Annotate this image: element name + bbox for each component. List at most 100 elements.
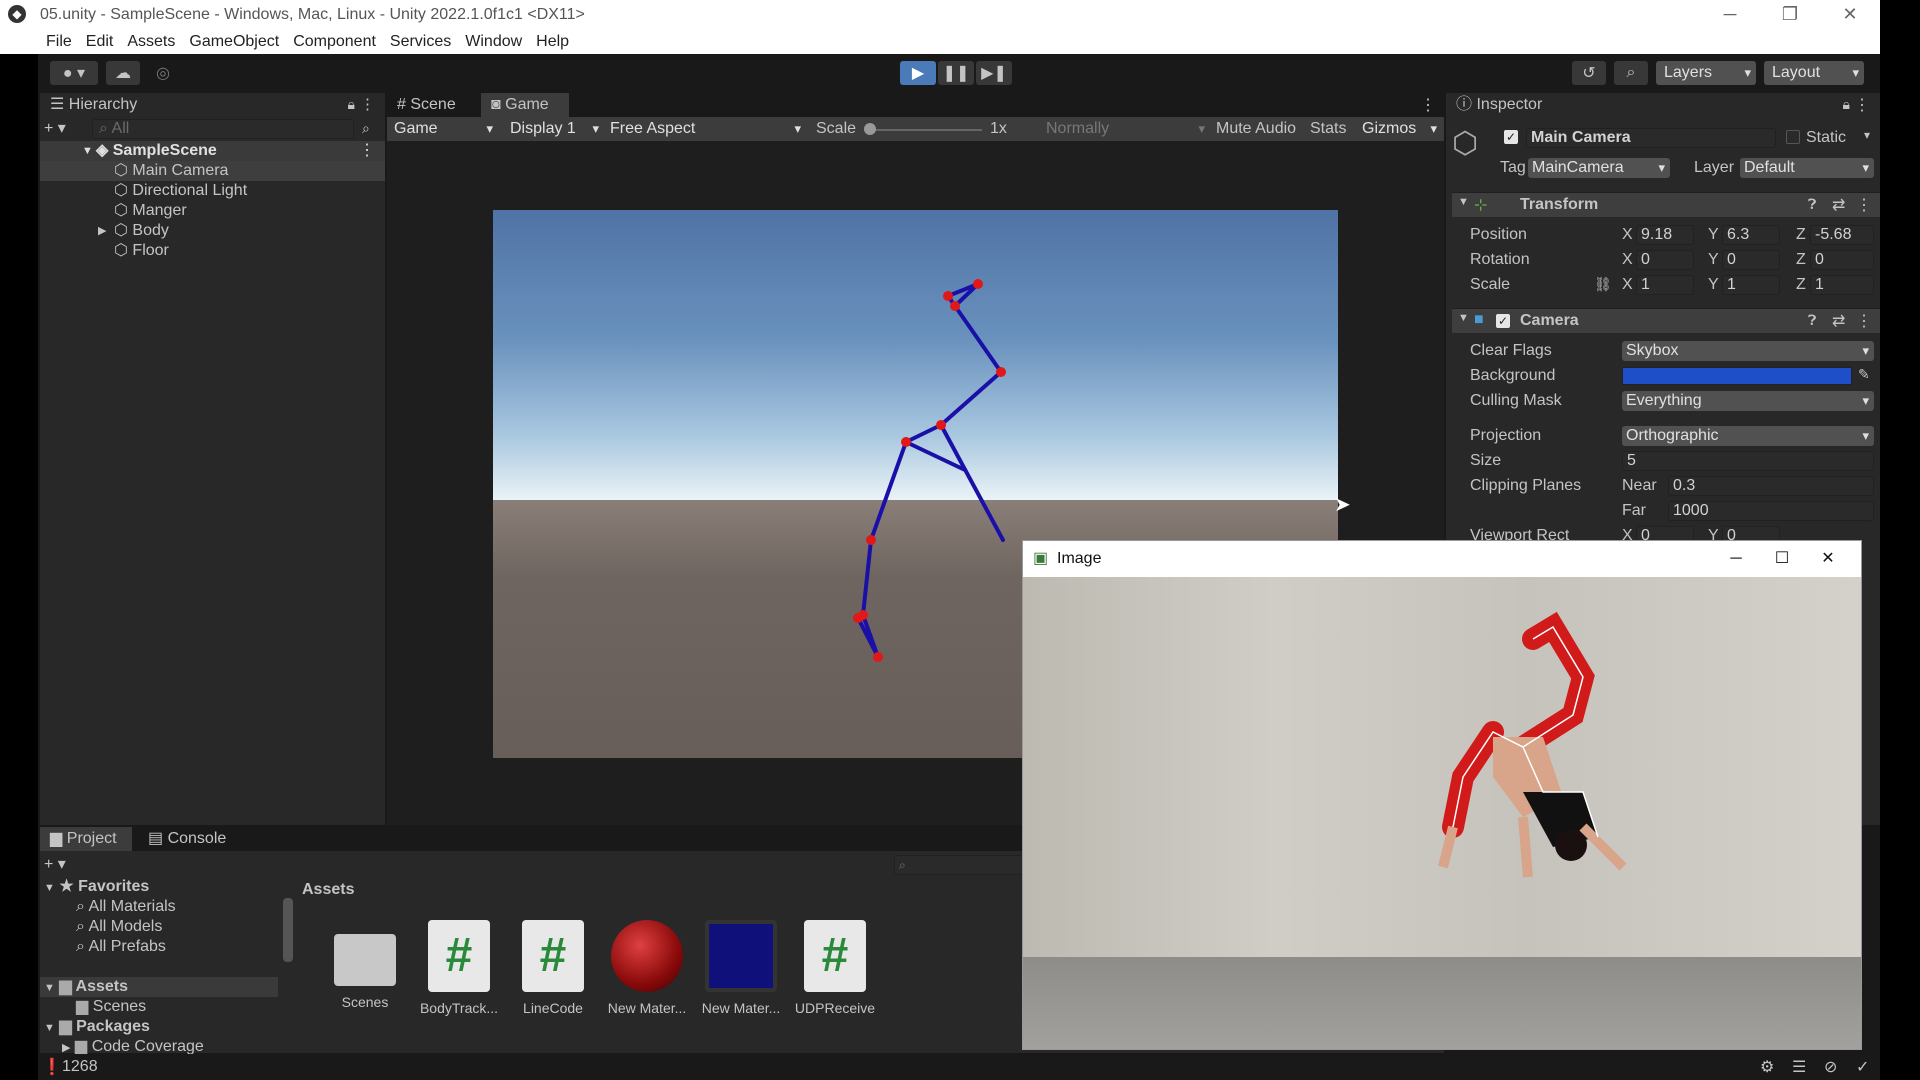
display-dropdown[interactable]: Display 1 [506, 119, 604, 139]
menu-services[interactable]: Services [388, 33, 453, 51]
asset-item[interactable]: New Mater... [602, 920, 692, 1016]
menu-gameobject[interactable]: GameObject [187, 33, 281, 51]
help-icon[interactable]: ❓︎ [1808, 312, 1816, 329]
menu-assets[interactable]: Assets [125, 33, 177, 51]
scale-y-field[interactable]: 1 [1722, 275, 1780, 295]
camera-header[interactable]: ▼ ■ ✓ Camera ❓︎ ⇄ ⋮ [1452, 308, 1880, 333]
component-more-icon[interactable]: ⋮ [1856, 311, 1872, 331]
active-checkbox[interactable]: ✓ [1504, 130, 1518, 144]
debug-icon[interactable]: ⚙ [1760, 1057, 1774, 1077]
image-close-button[interactable]: ✕ [1805, 541, 1851, 577]
culling-mask-dropdown[interactable]: Everything [1622, 391, 1874, 411]
near-field[interactable]: 0.3 [1668, 476, 1874, 496]
favorite-item[interactable]: ⌕ All Prefabs [76, 937, 166, 957]
hierarchy-item-body[interactable]: ▶ ⬡ Body [40, 221, 385, 241]
tree-scrollbar-thumb[interactable] [283, 898, 293, 962]
vsync-dropdown[interactable]: Normally [1042, 119, 1210, 139]
component-more-icon[interactable]: ⋮ [1856, 195, 1872, 215]
tab-hierarchy[interactable]: ☰ Hierarchy [40, 93, 385, 117]
static-checkbox[interactable] [1786, 130, 1800, 144]
cache-icon[interactable]: ☰ [1792, 1057, 1806, 1077]
tab-project[interactable]: ▆ Project [40, 827, 132, 851]
menu-component[interactable]: Component [291, 33, 378, 51]
preset-icon[interactable]: ⇄ [1832, 195, 1845, 215]
asset-item[interactable]: New Mater... [696, 920, 786, 1016]
layers-dropdown[interactable]: Layers [1656, 61, 1756, 85]
transform-header[interactable]: ▼ ⊹ Transform ❓︎ ⇄ ⋮ [1452, 192, 1880, 217]
assets-breadcrumb[interactable]: Assets [302, 880, 354, 900]
minimize-button[interactable]: ─ [1700, 0, 1760, 29]
more-icon[interactable]: ⋮ [360, 95, 375, 113]
favorite-item[interactable]: ⌕ All Models [76, 917, 162, 937]
menu-edit[interactable]: Edit [84, 33, 116, 51]
tag-dropdown[interactable]: MainCamera [1528, 158, 1670, 178]
scale-slider-track[interactable] [866, 129, 982, 131]
gizmos-dropdown[interactable]: Gizmos [1358, 119, 1442, 139]
asset-item[interactable]: # UDPReceive [790, 920, 880, 1016]
add-object-button[interactable]: + ▾ [44, 119, 80, 139]
camera-enabled-checkbox[interactable]: ✓ [1496, 314, 1510, 328]
tab-inspector[interactable]: ⓘ Inspector [1446, 93, 1880, 117]
step-button[interactable]: ▶❚ [976, 61, 1012, 85]
cloud-button[interactable]: ☁ [106, 61, 140, 85]
status-count[interactable]: 1268 [62, 1058, 98, 1076]
help-icon[interactable]: ❓︎ [1808, 196, 1816, 213]
static-dropdown-arrow-icon[interactable]: ▾ [1864, 128, 1870, 142]
search-button[interactable]: ⌕ [1614, 61, 1648, 85]
folder-item[interactable]: ▆ Scenes [76, 997, 146, 1017]
scene-search-icon[interactable]: ⌕ [362, 120, 370, 137]
hierarchy-item-main-camera[interactable]: ⬡ Main Camera [40, 161, 385, 181]
game-mode-dropdown[interactable]: Game [390, 119, 498, 139]
maximize-button[interactable]: ❐ [1760, 0, 1820, 29]
game-view-more-icon[interactable]: ⋮ [1420, 95, 1436, 115]
constrain-link-icon[interactable]: ⛓︎ [1594, 276, 1612, 293]
asset-item[interactable]: # LineCode [508, 920, 598, 1016]
tab-scene[interactable]: # Scene [387, 93, 479, 117]
project-search-input[interactable]: ⌕ [894, 855, 1024, 875]
lock-icon[interactable]: 🔒︎ [348, 96, 355, 113]
size-field[interactable]: 5 [1622, 451, 1874, 471]
mute-audio-toggle[interactable]: Mute Audio [1216, 119, 1296, 139]
stats-toggle[interactable]: Stats [1310, 119, 1346, 139]
more-icon[interactable]: ⋮ [1854, 95, 1870, 115]
preset-icon[interactable]: ⇄ [1832, 311, 1845, 331]
scene-row[interactable]: ▼ ◈ SampleScene ⋮ [40, 141, 385, 161]
play-button[interactable]: ▶ [900, 61, 936, 85]
aspect-dropdown[interactable]: Free Aspect [606, 119, 806, 139]
scale-slider-handle[interactable] [864, 123, 876, 135]
check-icon[interactable]: ✓ [1856, 1057, 1869, 1077]
tab-game[interactable]: ◙ Game [481, 93, 569, 117]
asset-item[interactable]: Scenes [320, 920, 410, 1010]
object-name-field[interactable]: Main Camera [1526, 128, 1776, 148]
layout-dropdown[interactable]: Layout [1764, 61, 1864, 85]
rotation-y-field[interactable]: 0 [1722, 250, 1780, 270]
scale-x-field[interactable]: 1 [1636, 275, 1694, 295]
collab-button[interactable]: ◎ [148, 61, 178, 85]
position-y-field[interactable]: 6.3 [1722, 225, 1780, 245]
assets-row[interactable]: ▼ ▆ Assets [40, 977, 278, 997]
clear-flags-dropdown[interactable]: Skybox [1622, 341, 1874, 361]
packages-row[interactable]: ▼ ▆ Packages [44, 1017, 150, 1037]
hierarchy-item-directional-light[interactable]: ⬡ Directional Light [40, 181, 385, 201]
position-x-field[interactable]: 9.18 [1636, 225, 1694, 245]
tab-console[interactable]: ▤ Console [138, 827, 236, 851]
image-minimize-button[interactable]: ─ [1713, 541, 1759, 577]
position-z-field[interactable]: -5.68 [1810, 225, 1874, 245]
pause-button[interactable]: ❚❚ [938, 61, 974, 85]
far-field[interactable]: 1000 [1668, 501, 1874, 521]
favorite-item[interactable]: ⌕ All Materials [76, 897, 176, 917]
rotation-z-field[interactable]: 0 [1810, 250, 1874, 270]
menu-help[interactable]: Help [534, 33, 571, 51]
eyedropper-icon[interactable]: ✎ [1858, 366, 1870, 383]
rotation-x-field[interactable]: 0 [1636, 250, 1694, 270]
create-asset-button[interactable]: + ▾ [44, 855, 80, 875]
account-button[interactable]: ● ▾ [50, 61, 98, 85]
projection-dropdown[interactable]: Orthographic [1622, 426, 1874, 446]
network-icon[interactable]: ⊘ [1824, 1057, 1837, 1077]
scale-z-field[interactable]: 1 [1810, 275, 1874, 295]
scene-more-icon[interactable]: ⋮ [359, 141, 375, 161]
asset-item[interactable]: # BodyTrack... [414, 920, 504, 1016]
lock-icon[interactable]: 🔒︎ [1843, 96, 1850, 113]
background-color-swatch[interactable] [1622, 367, 1852, 385]
image-maximize-button[interactable]: ☐ [1759, 541, 1805, 577]
